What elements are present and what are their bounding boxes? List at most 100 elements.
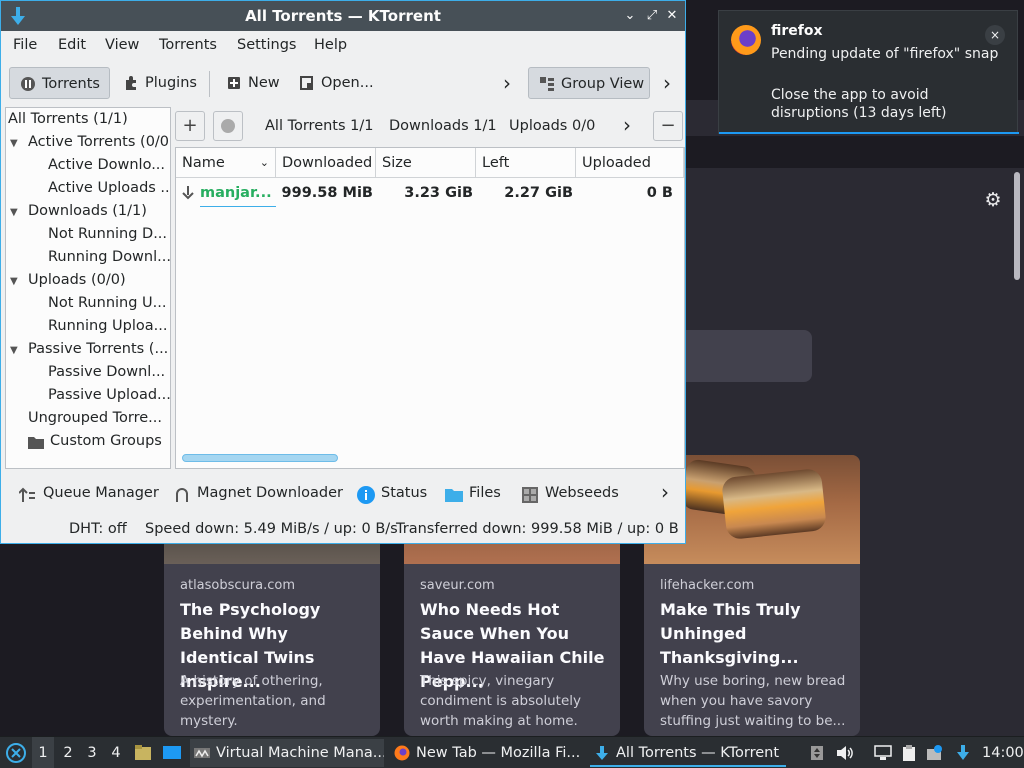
chevron-down-icon[interactable]: ▼: [10, 207, 18, 218]
desktop-1[interactable]: 1: [32, 737, 54, 768]
group-running-downloads[interactable]: Running Downl...: [48, 249, 170, 265]
menu-help[interactable]: Help: [314, 37, 347, 53]
column-header-left[interactable]: Left: [476, 148, 576, 178]
scroll-tray-icon[interactable]: [808, 745, 826, 761]
group-all-torrents[interactable]: All Torrents (1/1): [8, 111, 128, 127]
window-titlebar[interactable]: All Torrents — KTorrent ⌄ ⤢ ✕: [1, 1, 685, 31]
status-tab[interactable]: Status: [357, 485, 427, 504]
magnet-icon: [176, 488, 188, 502]
desktop-3[interactable]: 3: [82, 737, 102, 768]
chevron-down-icon[interactable]: ▼: [10, 138, 18, 149]
close-icon[interactable]: ×: [985, 25, 1005, 45]
group-passive-uploads[interactable]: Passive Upload...: [48, 387, 170, 403]
task-ktorrent[interactable]: All Torrents — KTorrent: [590, 739, 786, 767]
group-passive-torrents[interactable]: Passive Torrents (...: [28, 341, 168, 357]
group-not-running-downloads[interactable]: Not Running D...: [48, 226, 167, 242]
column-header-name[interactable]: Name ⌄: [176, 148, 276, 178]
main-toolbar: Torrents Plugins New Open... › Group Vie…: [1, 63, 685, 103]
chevron-down-icon[interactable]: ▼: [10, 345, 18, 356]
clock[interactable]: 14:00: [982, 737, 1024, 768]
add-view-button[interactable]: +: [175, 111, 205, 141]
menu-edit[interactable]: Edit: [58, 37, 86, 53]
app-launcher-icon[interactable]: [6, 743, 26, 763]
new-button[interactable]: New: [216, 67, 284, 99]
close-view-button[interactable]: −: [653, 111, 683, 141]
group-ungrouped-torrents[interactable]: Ungrouped Torre...: [28, 410, 162, 426]
story-description: This spicy, vinegary condiment is absolu…: [420, 673, 582, 729]
menu-torrents[interactable]: Torrents: [159, 37, 217, 53]
group-view-label: Group View: [561, 76, 645, 92]
torrent-size: 3.23 GiB: [404, 185, 473, 201]
minimize-icon[interactable]: ⌄: [621, 7, 639, 25]
plugins-button[interactable]: Plugins: [113, 67, 203, 99]
desktop-2[interactable]: 2: [58, 737, 78, 768]
menu-file[interactable]: File: [13, 37, 37, 53]
bottom-tool-tabs: Queue Manager Magnet Downloader Status F…: [1, 479, 685, 511]
notification-popup[interactable]: firefox Pending update of "firefox" snap…: [718, 10, 1019, 134]
group-downloads[interactable]: Downloads (1/1): [28, 203, 147, 219]
files-tab[interactable]: Files: [445, 485, 501, 502]
taskbar: 1 2 3 4 Virtual Machine Mana... New Tab …: [0, 736, 1024, 768]
open-button[interactable]: Open...: [289, 67, 381, 99]
ktorrent-tray-icon[interactable]: [954, 745, 972, 761]
arrow-down-icon: [182, 186, 194, 200]
menu-settings[interactable]: Settings: [237, 37, 296, 53]
volume-icon[interactable]: [836, 745, 854, 761]
table-row[interactable]: manjar... 999.58 MiB 3.23 GiB 2.27 GiB 0…: [176, 179, 684, 207]
chevron-right-icon[interactable]: ›: [657, 67, 679, 99]
webseeds-tab[interactable]: Webseeds: [521, 485, 619, 503]
updates-icon[interactable]: [926, 745, 944, 761]
clipboard-icon[interactable]: [900, 745, 918, 761]
tab-downloads[interactable]: Downloads 1/1: [389, 118, 497, 134]
gear-icon[interactable]: ⚙: [982, 189, 1004, 211]
menu-bar: File Edit View Torrents Settings Help: [1, 31, 685, 61]
group-passive-downloads[interactable]: Passive Downl...: [48, 364, 165, 380]
maximize-icon[interactable]: ⤢: [643, 7, 661, 25]
menu-view[interactable]: View: [105, 37, 139, 53]
column-header-uploaded[interactable]: Uploaded: [576, 148, 684, 178]
group-active-torrents[interactable]: Active Torrents (0/0): [28, 134, 170, 150]
story-source: saveur.com: [420, 578, 495, 593]
dht-status: DHT: off: [69, 521, 127, 537]
remove-view-button[interactable]: [213, 111, 243, 141]
task-firefox[interactable]: New Tab — Mozilla Fi...: [390, 739, 582, 767]
chevron-right-icon[interactable]: ›: [623, 113, 631, 137]
group-active-uploads[interactable]: Active Uploads ...: [48, 180, 170, 196]
new-document-icon: [228, 77, 240, 89]
torrents-button[interactable]: Torrents: [9, 67, 110, 99]
tab-uploads[interactable]: Uploads 0/0: [509, 118, 595, 134]
group-active-downloads[interactable]: Active Downlo...: [48, 157, 165, 173]
show-desktop-icon[interactable]: [162, 744, 182, 762]
group-custom-groups[interactable]: Custom Groups: [50, 433, 162, 449]
torrent-downloaded: 999.58 MiB: [281, 185, 373, 201]
magnet-downloader-tab[interactable]: Magnet Downloader: [173, 485, 343, 502]
folder-icon: [445, 489, 463, 502]
queue-manager-tab[interactable]: Queue Manager: [19, 485, 159, 502]
pause-circle-icon: [21, 77, 35, 91]
group-not-running-uploads[interactable]: Not Running U...: [48, 295, 166, 311]
group-running-uploads[interactable]: Running Uploa...: [48, 318, 167, 334]
column-header-downloaded[interactable]: Downloaded: [276, 148, 376, 178]
firefox-scrollbar[interactable]: [1014, 172, 1020, 280]
tab-all-torrents[interactable]: All Torrents 1/1: [265, 118, 374, 134]
story-title: Make This Truly Unhinged Thanksgiving...: [660, 600, 801, 667]
column-header-size[interactable]: Size: [376, 148, 476, 178]
firefox-search-box[interactable]: [686, 330, 812, 382]
open-label: Open...: [321, 75, 374, 91]
group-uploads[interactable]: Uploads (0/0): [28, 272, 126, 288]
close-icon[interactable]: ✕: [663, 7, 681, 25]
task-virtual-machine-manager[interactable]: Virtual Machine Mana...: [190, 739, 384, 767]
chevron-right-icon[interactable]: ›: [497, 67, 519, 99]
network-icon[interactable]: [874, 745, 892, 761]
group-view-button[interactable]: Group View: [528, 67, 650, 99]
desktop-4[interactable]: 4: [106, 737, 126, 768]
ktorrent-icon: [596, 746, 608, 760]
horizontal-scrollbar[interactable]: [182, 454, 338, 462]
file-manager-icon[interactable]: [134, 744, 152, 762]
torrent-name[interactable]: manjar...: [200, 179, 276, 207]
info-icon: [357, 486, 375, 504]
chevron-right-icon[interactable]: ›: [661, 480, 669, 504]
magnet-downloader-label: Magnet Downloader: [197, 485, 343, 501]
status-bar: DHT: off Speed down: 5.49 MiB/s / up: 0 …: [1, 517, 685, 543]
chevron-down-icon[interactable]: ▼: [10, 276, 18, 287]
